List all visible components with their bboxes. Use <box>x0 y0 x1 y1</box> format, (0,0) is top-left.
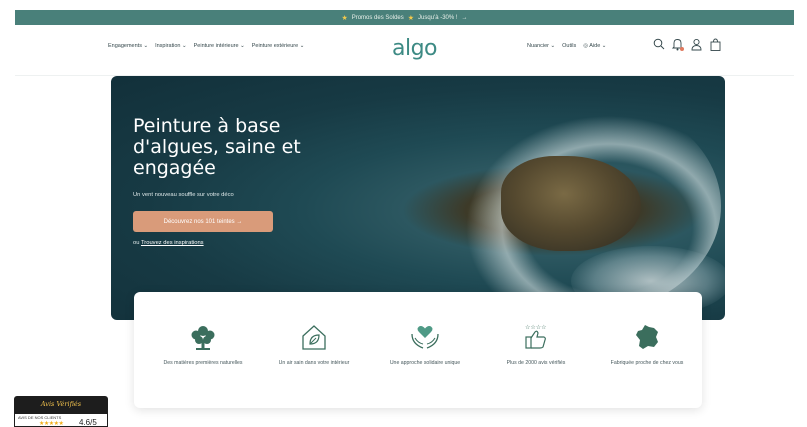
feature-reviews: ☆☆☆☆ Plus de 2000 avis vérifiés <box>491 320 581 367</box>
arrow-icon: → <box>461 14 468 21</box>
promo-text: Promos des Soldes <box>351 14 404 21</box>
site-logo[interactable]: algo <box>392 36 438 61</box>
feature-label: Fabriquée proche de chez vous <box>610 360 684 366</box>
secondary-nav: Nuancier ⌄ Outils ◎ Aide ⌄ <box>527 43 606 49</box>
france-map-icon <box>602 320 692 354</box>
hero-title: Peinture à base d'algues, saine et engag… <box>133 115 301 179</box>
plant-icon <box>158 320 248 354</box>
star-icon: ★ <box>407 14 415 22</box>
verified-reviews-badge[interactable]: Avis Vérifiés AVIS DE NOS CLIENTS ★★★★★ … <box>14 396 108 427</box>
bell-icon[interactable] <box>671 36 684 52</box>
header-icons <box>652 36 722 52</box>
nav-item-nuancier[interactable]: Nuancier ⌄ <box>527 43 555 49</box>
badge-rating-box: AVIS DE NOS CLIENTS ★★★★★ 4.6/5 <box>14 413 108 427</box>
nav-item-peinture-interieure[interactable]: Peinture intérieure ⌄ <box>194 43 245 49</box>
feature-label: Des matières premières naturelles <box>163 360 243 366</box>
hero-subtitle: Un vent nouveau souffle sur votre déco <box>133 192 234 198</box>
thumbs-up-stars-icon: ☆☆☆☆ <box>491 320 581 354</box>
feature-natural-materials: Des matières premières naturelles <box>158 320 248 367</box>
inspirations-link[interactable]: Trouvez des inspirations <box>141 240 204 246</box>
feature-label: Plus de 2000 avis vérifiés <box>506 360 566 366</box>
bag-icon[interactable] <box>709 36 722 52</box>
svg-text:☆☆☆☆: ☆☆☆☆ <box>525 324 547 331</box>
nav-item-engagements[interactable]: Engagements ⌄ <box>108 43 148 49</box>
promo-text-2: Jusqu'à -30% ! <box>418 14 458 21</box>
alt-prefix: ou <box>133 240 140 246</box>
nav-item-peinture-exterieure[interactable]: Peinture extérieure ⌄ <box>252 43 305 49</box>
feature-healthy-air: Un air sain dans votre intérieur <box>269 320 359 367</box>
hero-image-rock <box>501 156 641 251</box>
badge-title: Avis Vérifiés <box>40 400 82 408</box>
feature-label: Une approche solidaire unique <box>389 360 461 366</box>
nav-item-aide[interactable]: ◎ Aide ⌄ <box>583 43 606 49</box>
feature-label: Un air sain dans votre intérieur <box>278 360 350 366</box>
features-panel: Des matières premières naturelles Un air… <box>134 292 702 408</box>
hero-banner: Peinture à base d'algues, saine et engag… <box>111 76 725 320</box>
nav-item-inspiration[interactable]: Inspiration ⌄ <box>155 43 187 49</box>
star-icon: ★ <box>341 14 348 22</box>
notification-dot <box>680 47 684 51</box>
hands-heart-icon <box>380 320 470 354</box>
promo-banner[interactable]: ★ Promos des Soldes ★ Jusqu'à -30% ! → <box>15 10 794 25</box>
house-leaf-icon <box>269 320 359 354</box>
search-icon[interactable] <box>652 36 665 52</box>
main-nav: Engagements ⌄ Inspiration ⌄ Peinture int… <box>108 43 304 49</box>
hero-alt-link-row: ou Trouvez des inspirations <box>133 240 204 246</box>
feature-solidarity: Une approche solidaire unique <box>380 320 470 367</box>
feature-local-production: Fabriquée proche de chez vous <box>602 320 692 367</box>
nav-item-outils[interactable]: Outils <box>562 43 576 49</box>
rating-score: 4.6/5 <box>79 418 97 427</box>
rating-stars-icon: ★★★★★ <box>39 421 64 427</box>
user-icon[interactable] <box>690 36 703 52</box>
site-header: Engagements ⌄ Inspiration ⌄ Peinture int… <box>15 25 794 76</box>
discover-colors-button[interactable]: Découvrez nos 101 teintes → <box>133 211 273 232</box>
